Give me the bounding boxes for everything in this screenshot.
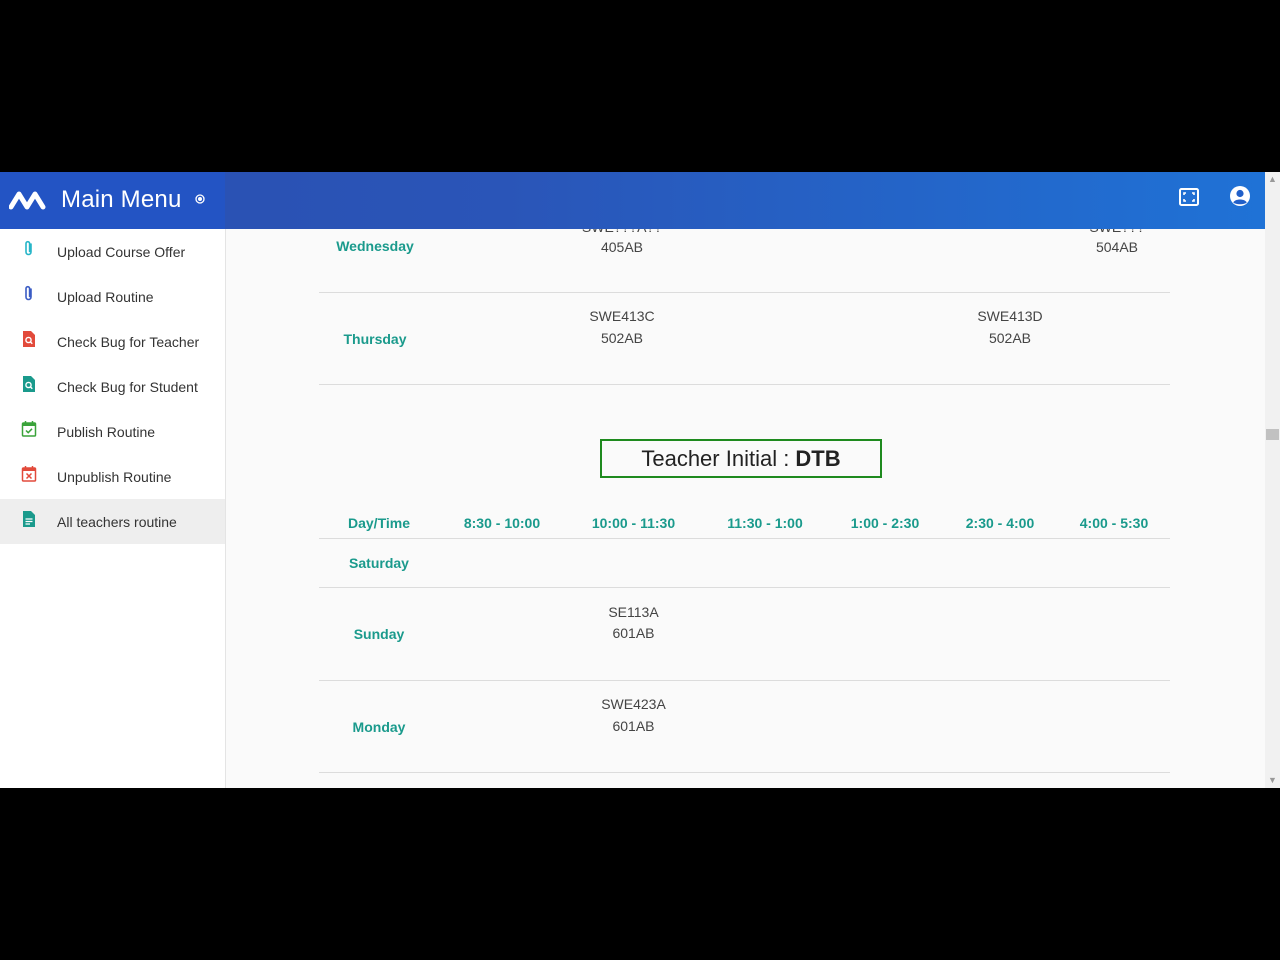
sidebar-item-unpublish-routine[interactable]: Unpublish Routine (0, 454, 225, 499)
calendar-x-icon (21, 466, 37, 482)
sidebar-item-label: All teachers routine (57, 514, 177, 530)
sidebar-item-label: Unpublish Routine (57, 469, 172, 485)
brand[interactable]: Main Menu (0, 172, 225, 229)
row-divider (319, 538, 1170, 539)
sidebar-item-label: Upload Course Offer (57, 244, 186, 260)
row-divider (319, 292, 1170, 293)
paperclip-icon (25, 285, 32, 301)
teacher-initial-box: Teacher Initial : DTB (600, 439, 882, 478)
row-divider (319, 384, 1170, 385)
row-divider (319, 587, 1170, 588)
sidebar-item-upload-routine[interactable]: Upload Routine (0, 274, 225, 319)
file-search-icon (23, 376, 35, 392)
teacher-initial-label: Teacher Initial : (641, 446, 796, 471)
room-code: 601AB (612, 718, 655, 734)
page-scrollbar[interactable]: ▲ ▼ (1265, 172, 1280, 788)
sidebar-item-label: Check Bug for Teacher (57, 334, 200, 350)
scroll-down-icon[interactable]: ▼ (1268, 775, 1277, 785)
sidebar-item-all-teachers-routine[interactable]: All teachers routine (0, 499, 225, 544)
paperclip-icon (25, 240, 32, 256)
room-code: 502AB (988, 330, 1032, 346)
app-title: Main Menu (61, 186, 182, 213)
room-code: 601AB (612, 625, 655, 641)
day-label: Thursday (343, 331, 407, 347)
class-code: SWE423A (601, 696, 666, 712)
room-code: 504AB (1095, 239, 1139, 255)
sidebar-item-label: Check Bug for Student (57, 379, 198, 395)
row-divider (319, 680, 1170, 681)
sidebar-item-label: Upload Routine (57, 289, 154, 305)
document-icon (23, 511, 35, 527)
header-time-slot: 2:30 - 4:00 (965, 515, 1035, 531)
routine-content: SWE???A?? 405AB SWE??? 504AB Wednesday T… (226, 229, 1265, 788)
logo-icon (9, 191, 46, 210)
day-label: Monday (352, 719, 406, 735)
teacher-initial-value: DTB (795, 446, 841, 471)
class-code: SWE413C (589, 308, 655, 324)
sidebar-item-upload-course-offer[interactable]: Upload Course Offer (0, 229, 225, 274)
room-code: 502AB (600, 330, 644, 346)
sidebar: Upload Course Offer Upload Routine Check… (0, 229, 226, 788)
app-window: Main Menu Upload Course Offer Upload Rou… (0, 172, 1280, 788)
scroll-up-icon[interactable]: ▲ (1268, 174, 1277, 184)
header-time-slot: 10:00 - 11:30 (591, 515, 676, 531)
sidebar-item-check-bug-teacher[interactable]: Check Bug for Teacher (0, 319, 225, 364)
sidebar-item-publish-routine[interactable]: Publish Routine (0, 409, 225, 454)
room-code: 405AB (600, 239, 644, 255)
day-label: Saturday (349, 555, 409, 571)
class-code: SWE413D (977, 308, 1043, 324)
row-divider (319, 772, 1170, 773)
radio-dot-icon[interactable] (195, 194, 205, 204)
calendar-check-icon (21, 421, 37, 437)
file-search-icon (23, 331, 35, 347)
sidebar-item-label: Publish Routine (57, 424, 156, 440)
scrollbar-thumb[interactable] (1266, 429, 1279, 440)
day-label: Sunday (353, 626, 405, 642)
account-icon[interactable] (1227, 183, 1253, 209)
header-time-slot: 8:30 - 10:00 (463, 515, 541, 531)
header-time-slot: 1:00 - 2:30 (850, 515, 920, 531)
header-time-slot: 11:30 - 1:00 (727, 515, 803, 531)
class-code: SE113A (608, 604, 659, 620)
header-time-slot: 4:00 - 5:30 (1079, 515, 1149, 531)
fullscreen-icon[interactable] (1177, 185, 1201, 209)
header-daytime: Day/Time (348, 515, 410, 531)
top-header: Main Menu (0, 172, 1265, 229)
day-label: Wednesday (336, 238, 414, 254)
sidebar-item-check-bug-student[interactable]: Check Bug for Student (0, 364, 225, 409)
